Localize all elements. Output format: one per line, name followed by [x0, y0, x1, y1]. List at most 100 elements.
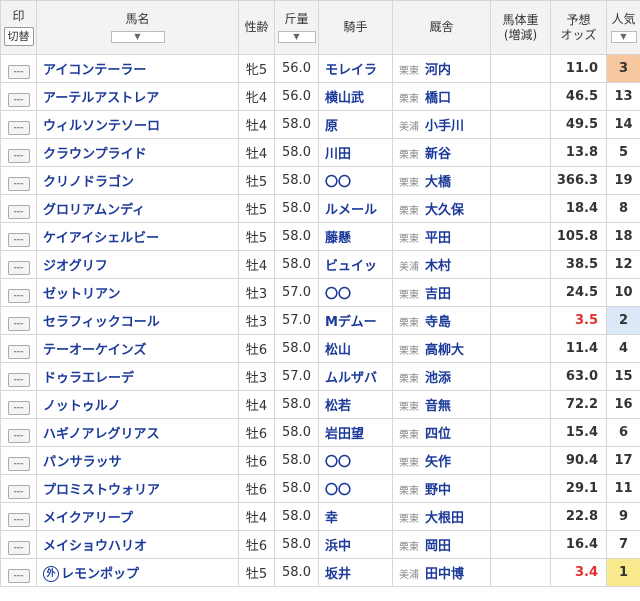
switch-button[interactable]: 切替: [3, 27, 34, 46]
popularity-cell: 12: [606, 250, 640, 279]
trainer-link[interactable]: 田中博: [425, 567, 464, 582]
trainer-link[interactable]: 四位: [425, 427, 451, 442]
mark-button[interactable]: ---: [7, 316, 30, 331]
trainer-link[interactable]: 岡田: [425, 539, 451, 554]
horse-name-link[interactable]: レモンポップ: [61, 567, 139, 582]
jockey-link[interactable]: ルメール: [325, 203, 377, 218]
trainer-link[interactable]: 大久保: [425, 203, 464, 218]
jockey-link[interactable]: 〇〇: [325, 287, 351, 302]
mark-button[interactable]: ---: [7, 484, 30, 499]
horse-name-link[interactable]: テーオーケインズ: [43, 343, 146, 358]
trainer-link[interactable]: 小手川: [425, 119, 464, 134]
mark-button[interactable]: ---: [7, 512, 30, 527]
body-weight-cell: [490, 110, 551, 139]
mark-button[interactable]: ---: [7, 400, 30, 415]
trainer-link[interactable]: 高柳大: [425, 343, 464, 358]
horse-name-link[interactable]: クラウンプライド: [43, 147, 147, 162]
horse-name-link[interactable]: ハギノアレグリアス: [43, 427, 159, 442]
weight-cell: 58.0: [274, 194, 319, 223]
horse-name-link[interactable]: ドゥラエレーデ: [43, 371, 134, 386]
mark-button[interactable]: ---: [7, 456, 30, 471]
horse-name-cell: ケイアイシェルビー: [36, 222, 239, 251]
jockey-link[interactable]: 坂井: [325, 567, 351, 582]
horse-name-link[interactable]: ジオグリフ: [43, 259, 108, 274]
mark-button[interactable]: ---: [7, 372, 30, 387]
jockey-link[interactable]: 原: [325, 119, 338, 134]
foreign-badge: 外: [43, 566, 59, 583]
jockey-link[interactable]: Mデムー: [325, 315, 377, 330]
weight-cell: 58.0: [274, 138, 319, 167]
horse-name-link[interactable]: プロミストウォリア: [43, 483, 160, 498]
jockey-link[interactable]: 〇〇: [325, 455, 351, 470]
trainer-link[interactable]: 大根田: [425, 511, 464, 526]
header-weight[interactable]: 斤量 ▼: [274, 0, 319, 55]
trainer-link[interactable]: 平田: [425, 231, 451, 246]
jockey-cell: 坂井: [318, 558, 393, 587]
trainer-link[interactable]: 橋口: [425, 91, 451, 106]
mark-button[interactable]: ---: [7, 204, 30, 219]
mark-button[interactable]: ---: [7, 232, 30, 247]
horse-name-link[interactable]: クリノドラゴン: [43, 175, 134, 190]
horse-name-link[interactable]: パンサラッサ: [43, 455, 122, 470]
jockey-link[interactable]: 藤懸: [325, 231, 351, 246]
header-jockey-label: 騎手: [343, 20, 368, 34]
mark-button[interactable]: ---: [7, 344, 30, 359]
jockey-link[interactable]: 松山: [325, 343, 351, 358]
mark-button[interactable]: ---: [7, 148, 30, 163]
trainer-link[interactable]: 木村: [425, 259, 451, 274]
trainer-link[interactable]: 野中: [425, 483, 451, 498]
sort-dropdown-icon[interactable]: ▼: [610, 31, 637, 43]
jockey-link[interactable]: ビュイッ: [325, 259, 377, 274]
header-popularity-label: 人気: [611, 12, 636, 26]
mark-button[interactable]: ---: [7, 176, 30, 191]
mark-cell: ---: [0, 222, 37, 251]
mark-button[interactable]: ---: [7, 288, 30, 303]
trainer-link[interactable]: 池添: [425, 371, 451, 386]
jockey-link[interactable]: モレイラ: [325, 63, 377, 78]
trainer-link[interactable]: 新谷: [425, 147, 451, 162]
horse-name-link[interactable]: セラフィックコール: [43, 315, 160, 330]
header-horse-label: 馬名: [125, 12, 150, 26]
jockey-link[interactable]: 川田: [325, 147, 351, 162]
popularity-cell: 5: [606, 138, 640, 167]
jockey-cell: ルメール: [318, 194, 393, 223]
jockey-link[interactable]: 横山武: [325, 91, 364, 106]
jockey-link[interactable]: 〇〇: [325, 175, 351, 190]
header-horse[interactable]: 馬名 ▼: [36, 0, 239, 55]
mark-button[interactable]: ---: [7, 92, 30, 107]
horse-name-link[interactable]: ノットゥルノ: [43, 399, 121, 414]
jockey-link[interactable]: 松若: [325, 399, 351, 414]
mark-button[interactable]: ---: [7, 428, 30, 443]
mark-button[interactable]: ---: [7, 540, 30, 555]
mark-button[interactable]: ---: [7, 568, 30, 583]
trainer-link[interactable]: 河内: [425, 63, 451, 78]
horse-name-link[interactable]: ウィルソンテソーロ: [43, 119, 160, 134]
jockey-link[interactable]: 〇〇: [325, 483, 351, 498]
horse-name-link[interactable]: メイクアリープ: [43, 511, 133, 526]
trainer-link[interactable]: 寺島: [425, 315, 451, 330]
jockey-link[interactable]: 岩田望: [325, 427, 364, 442]
header-body-weight: 馬体重 (増減): [490, 0, 551, 55]
trainer-link[interactable]: 大橋: [425, 175, 451, 190]
jockey-cell: Mデムー: [318, 306, 393, 335]
horse-name-link[interactable]: ケイアイシェルビー: [43, 231, 159, 246]
horse-name-cell: クリノドラゴン: [36, 166, 239, 195]
trainer-link[interactable]: 音無: [425, 399, 451, 414]
horse-name-link[interactable]: メイショウハリオ: [43, 539, 147, 554]
trainer-link[interactable]: 吉田: [425, 287, 451, 302]
mark-button[interactable]: ---: [7, 260, 30, 275]
jockey-link[interactable]: 浜中: [325, 539, 351, 554]
trainer-link[interactable]: 矢作: [425, 455, 451, 470]
horse-name-link[interactable]: アイコンテーラー: [43, 63, 146, 78]
mark-button[interactable]: ---: [7, 64, 30, 79]
horse-name-link[interactable]: グロリアムンディ: [43, 203, 145, 218]
sort-dropdown-icon[interactable]: ▼: [277, 31, 316, 43]
jockey-link[interactable]: 幸: [325, 511, 338, 526]
horse-name-link[interactable]: アーテルアストレア: [43, 91, 159, 106]
jockey-link[interactable]: ムルザバ: [325, 371, 377, 386]
odds-cell: 366.3: [550, 166, 607, 195]
header-popularity[interactable]: 人気 ▼: [606, 0, 640, 55]
sort-dropdown-icon[interactable]: ▼: [110, 31, 165, 43]
mark-button[interactable]: ---: [7, 120, 30, 135]
horse-name-link[interactable]: ゼットリアン: [43, 287, 120, 302]
